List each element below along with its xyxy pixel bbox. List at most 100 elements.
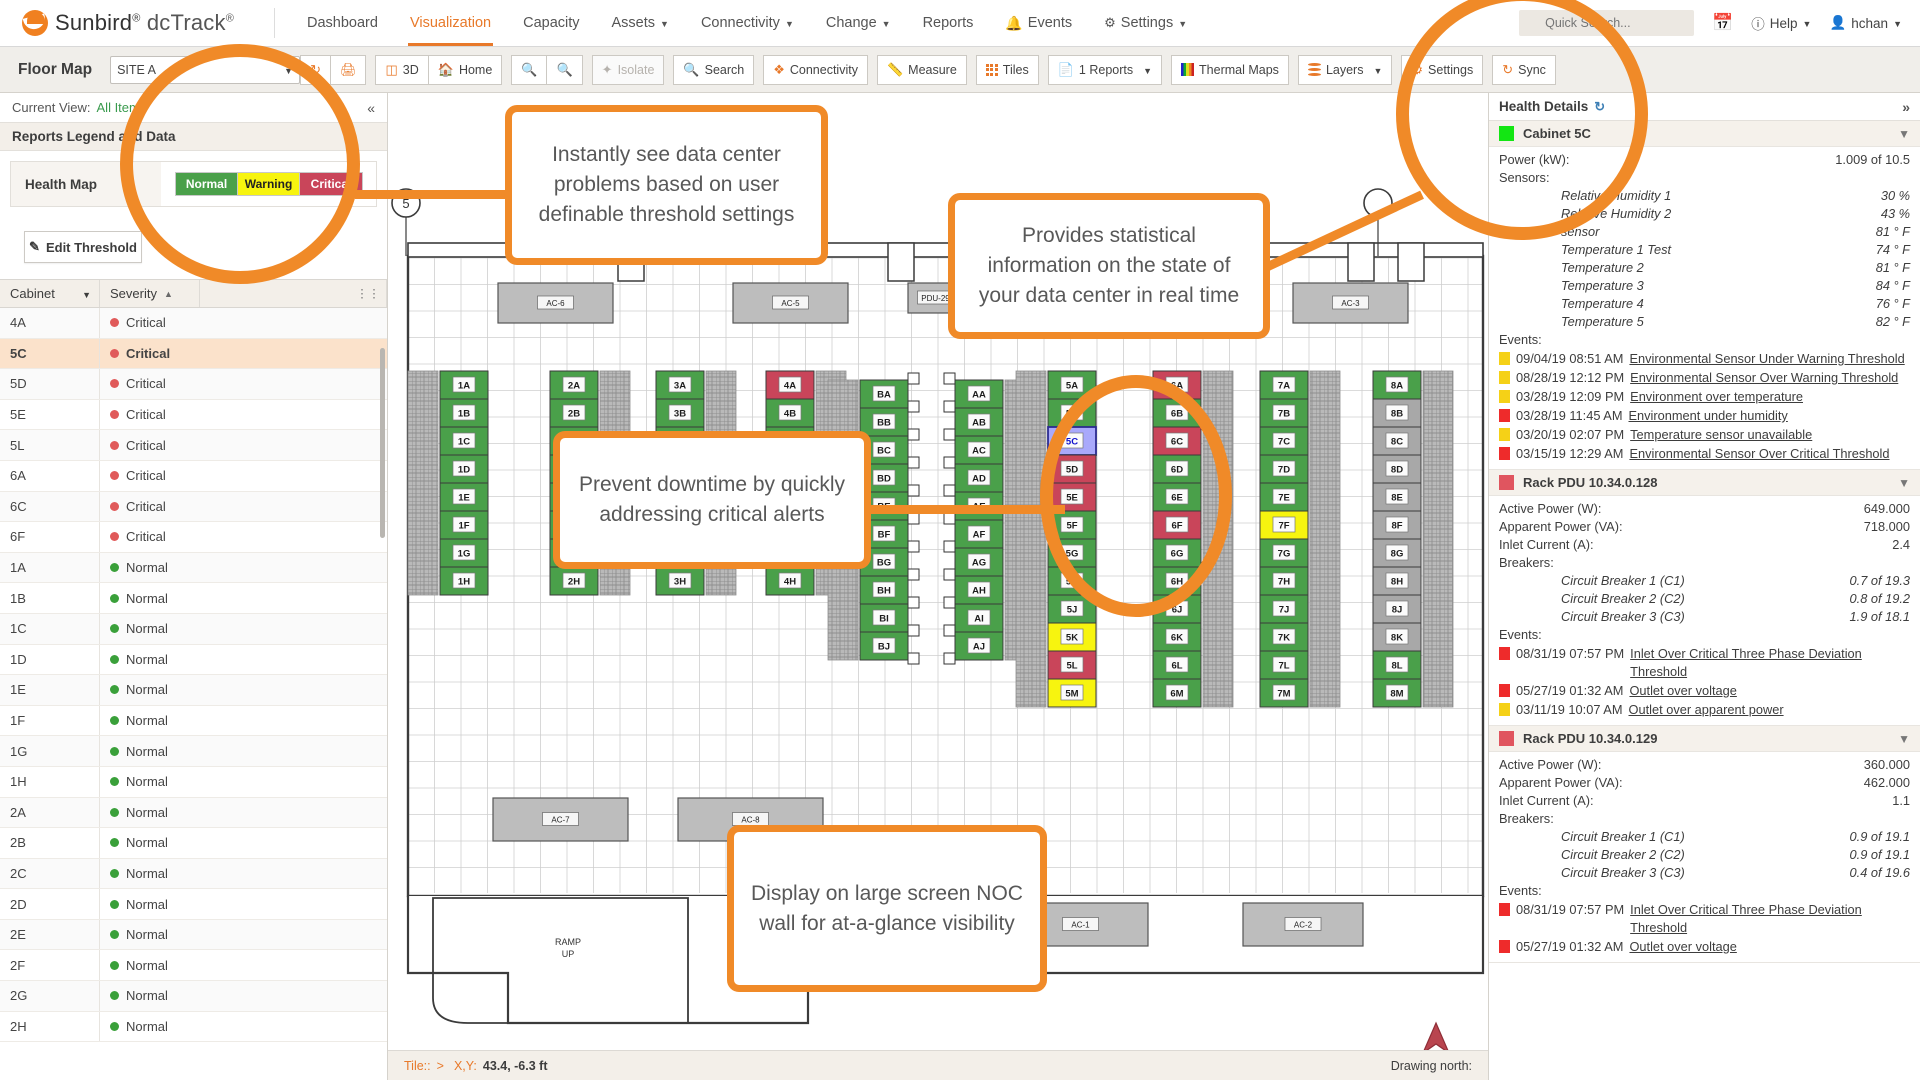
3d-button[interactable]: ◫3D <box>375 55 428 85</box>
event-message: Outlet over voltage <box>1629 682 1736 700</box>
table-row[interactable]: 1HNormal <box>0 767 387 798</box>
table-row[interactable]: 2FNormal <box>0 950 387 981</box>
cell-severity-label: Normal <box>126 621 168 636</box>
event-row[interactable]: 05/27/19 01:32 AMOutlet over voltage <box>1499 682 1910 700</box>
sensor-row: Circuit Breaker 3 (C3)1.9 of 18.1 <box>1499 608 1910 626</box>
chevron-down-icon[interactable]: ▼ <box>1898 476 1910 490</box>
nav-item-visualization[interactable]: Visualization <box>394 0 507 46</box>
table-row[interactable]: 1CNormal <box>0 614 387 645</box>
nav-item-reports[interactable]: Reports <box>907 0 990 46</box>
svg-text:AH: AH <box>972 586 986 597</box>
metric-label: Active Power (W): <box>1499 756 1601 774</box>
event-row[interactable]: 09/04/19 08:51 AMEnvironmental Sensor Un… <box>1499 350 1910 368</box>
column-header-severity[interactable]: Severity ▲ <box>100 280 200 307</box>
svg-text:1F: 1F <box>458 521 469 532</box>
health-section-header[interactable]: Rack PDU 10.34.0.129▼ <box>1489 726 1920 752</box>
svg-text:BC: BC <box>877 446 891 457</box>
svg-text:1E: 1E <box>458 493 470 504</box>
table-row[interactable]: 1FNormal <box>0 706 387 737</box>
table-row[interactable]: 6ACritical <box>0 461 387 492</box>
cell-severity-label: Normal <box>126 835 168 850</box>
user-menu[interactable]: 👤 hchan ▼ <box>1829 15 1902 31</box>
table-row[interactable]: 1DNormal <box>0 645 387 676</box>
event-row[interactable]: 05/27/19 01:32 AMOutlet over voltage <box>1499 938 1910 956</box>
svg-text:2A: 2A <box>568 381 580 392</box>
table-row[interactable]: 1ENormal <box>0 675 387 706</box>
event-row[interactable]: 03/11/19 10:07 AMOutlet over apparent po… <box>1499 701 1910 719</box>
severity-dot-icon <box>110 1022 119 1031</box>
nav-item-dashboard[interactable]: Dashboard <box>291 0 394 46</box>
cube-icon: ◫ <box>385 62 397 78</box>
nav-item-connectivity[interactable]: Connectivity▼ <box>685 0 810 46</box>
table-row[interactable]: 6FCritical <box>0 522 387 553</box>
zoom-out-icon: 🔍 <box>556 62 572 78</box>
severity-dot-icon <box>110 900 119 909</box>
search-button-label: Search <box>705 63 745 77</box>
column-options-icon[interactable]: ⋮⋮ <box>356 291 380 296</box>
chevron-down-icon[interactable]: ▼ <box>1898 127 1910 141</box>
layers-button[interactable]: Layers▼ <box>1298 55 1392 85</box>
event-row[interactable]: 03/15/19 12:29 AMEnvironmental Sensor Ov… <box>1499 445 1910 463</box>
table-row[interactable]: 4ACritical <box>0 308 387 339</box>
sensor-label: Temperature 4 <box>1561 295 1644 313</box>
table-row[interactable]: 2ENormal <box>0 920 387 951</box>
table-row[interactable]: 1BNormal <box>0 583 387 614</box>
reports-button[interactable]: 📄1 Reports▼ <box>1048 55 1162 85</box>
tile-label: Tile:: <box>404 1059 431 1073</box>
table-row[interactable]: 2DNormal <box>0 889 387 920</box>
column-header-cabinet[interactable]: Cabinet ▼ <box>0 280 100 307</box>
table-row[interactable]: 6CCritical <box>0 492 387 523</box>
nav-item-capacity[interactable]: Capacity <box>507 0 595 46</box>
cell-severity-label: Normal <box>126 652 168 667</box>
table-row[interactable]: 2ANormal <box>0 798 387 829</box>
table-row[interactable]: 5CCritical <box>0 339 387 370</box>
callout-downtime-text: Prevent downtime by quickly addressing c… <box>574 470 850 530</box>
nav-item-assets[interactable]: Assets▼ <box>596 0 685 46</box>
svg-text:AB: AB <box>972 418 986 429</box>
nav-item-change[interactable]: Change▼ <box>810 0 907 46</box>
table-row[interactable]: 1GNormal <box>0 736 387 767</box>
edit-threshold-button[interactable]: ✎ Edit Threshold <box>24 231 142 263</box>
help-icon: ⓘ <box>1751 13 1765 33</box>
svg-text:8G: 8G <box>1391 549 1404 560</box>
sensor-row: Circuit Breaker 2 (C2)0.8 of 19.2 <box>1499 590 1910 608</box>
callout-statistics: Provides statistical information on the … <box>948 193 1270 339</box>
health-section-header[interactable]: Rack PDU 10.34.0.128▼ <box>1489 470 1920 496</box>
search-button[interactable]: 🔍Search <box>673 55 754 85</box>
svg-text:8M: 8M <box>1390 689 1403 700</box>
table-row[interactable]: 2CNormal <box>0 859 387 890</box>
chevron-down-icon[interactable]: ▼ <box>1898 732 1910 746</box>
print-button[interactable]: 🖨 <box>330 55 367 85</box>
measure-button[interactable]: 📏Measure <box>877 55 967 85</box>
table-row[interactable]: 2HNormal <box>0 1012 387 1043</box>
thermal-maps-button[interactable]: Thermal Maps <box>1171 55 1289 85</box>
nav-item-settings[interactable]: ⚙Settings▼ <box>1088 0 1203 46</box>
zoom-in-button[interactable]: 🔍 <box>511 55 547 85</box>
event-row[interactable]: 03/20/19 02:07 PMTemperature sensor unav… <box>1499 426 1910 444</box>
table-row[interactable]: 2BNormal <box>0 828 387 859</box>
event-row[interactable]: 08/28/19 12:12 PMEnvironmental Sensor Ov… <box>1499 369 1910 387</box>
calendar-icon[interactable]: 📅 <box>1712 13 1733 33</box>
table-row[interactable]: 5LCritical <box>0 430 387 461</box>
event-row[interactable]: 08/31/19 07:57 PMInlet Over Critical Thr… <box>1499 645 1910 681</box>
table-row[interactable]: 1ANormal <box>0 553 387 584</box>
collapse-right-panel-icon[interactable]: » <box>1902 99 1910 115</box>
collapse-left-panel-icon[interactable]: « <box>367 100 375 116</box>
connectivity-icon: ❖ <box>773 62 785 78</box>
event-row[interactable]: 03/28/19 11:45 AMEnvironment under humid… <box>1499 407 1910 425</box>
connector-downtime <box>865 505 1065 514</box>
severity-dot-icon <box>110 441 119 450</box>
table-row[interactable]: 5DCritical <box>0 369 387 400</box>
event-row[interactable]: 08/31/19 07:57 PMInlet Over Critical Thr… <box>1499 901 1910 937</box>
home-button[interactable]: 🏠Home <box>428 55 503 85</box>
vertical-scrollbar[interactable] <box>380 348 385 538</box>
connectivity-button[interactable]: ❖Connectivity <box>763 55 868 85</box>
nav-item-events[interactable]: 🔔Events <box>989 0 1088 46</box>
help-menu[interactable]: ⓘ Help ▼ <box>1751 13 1811 33</box>
event-row[interactable]: 03/28/19 12:09 PMEnvironment over temper… <box>1499 388 1910 406</box>
tiles-button[interactable]: Tiles <box>976 55 1039 85</box>
table-row[interactable]: 5ECritical <box>0 400 387 431</box>
brand-logo[interactable]: Sunbird® dcTrack® <box>0 10 270 36</box>
zoom-out-button[interactable]: 🔍 <box>546 55 582 85</box>
table-row[interactable]: 2GNormal <box>0 981 387 1012</box>
